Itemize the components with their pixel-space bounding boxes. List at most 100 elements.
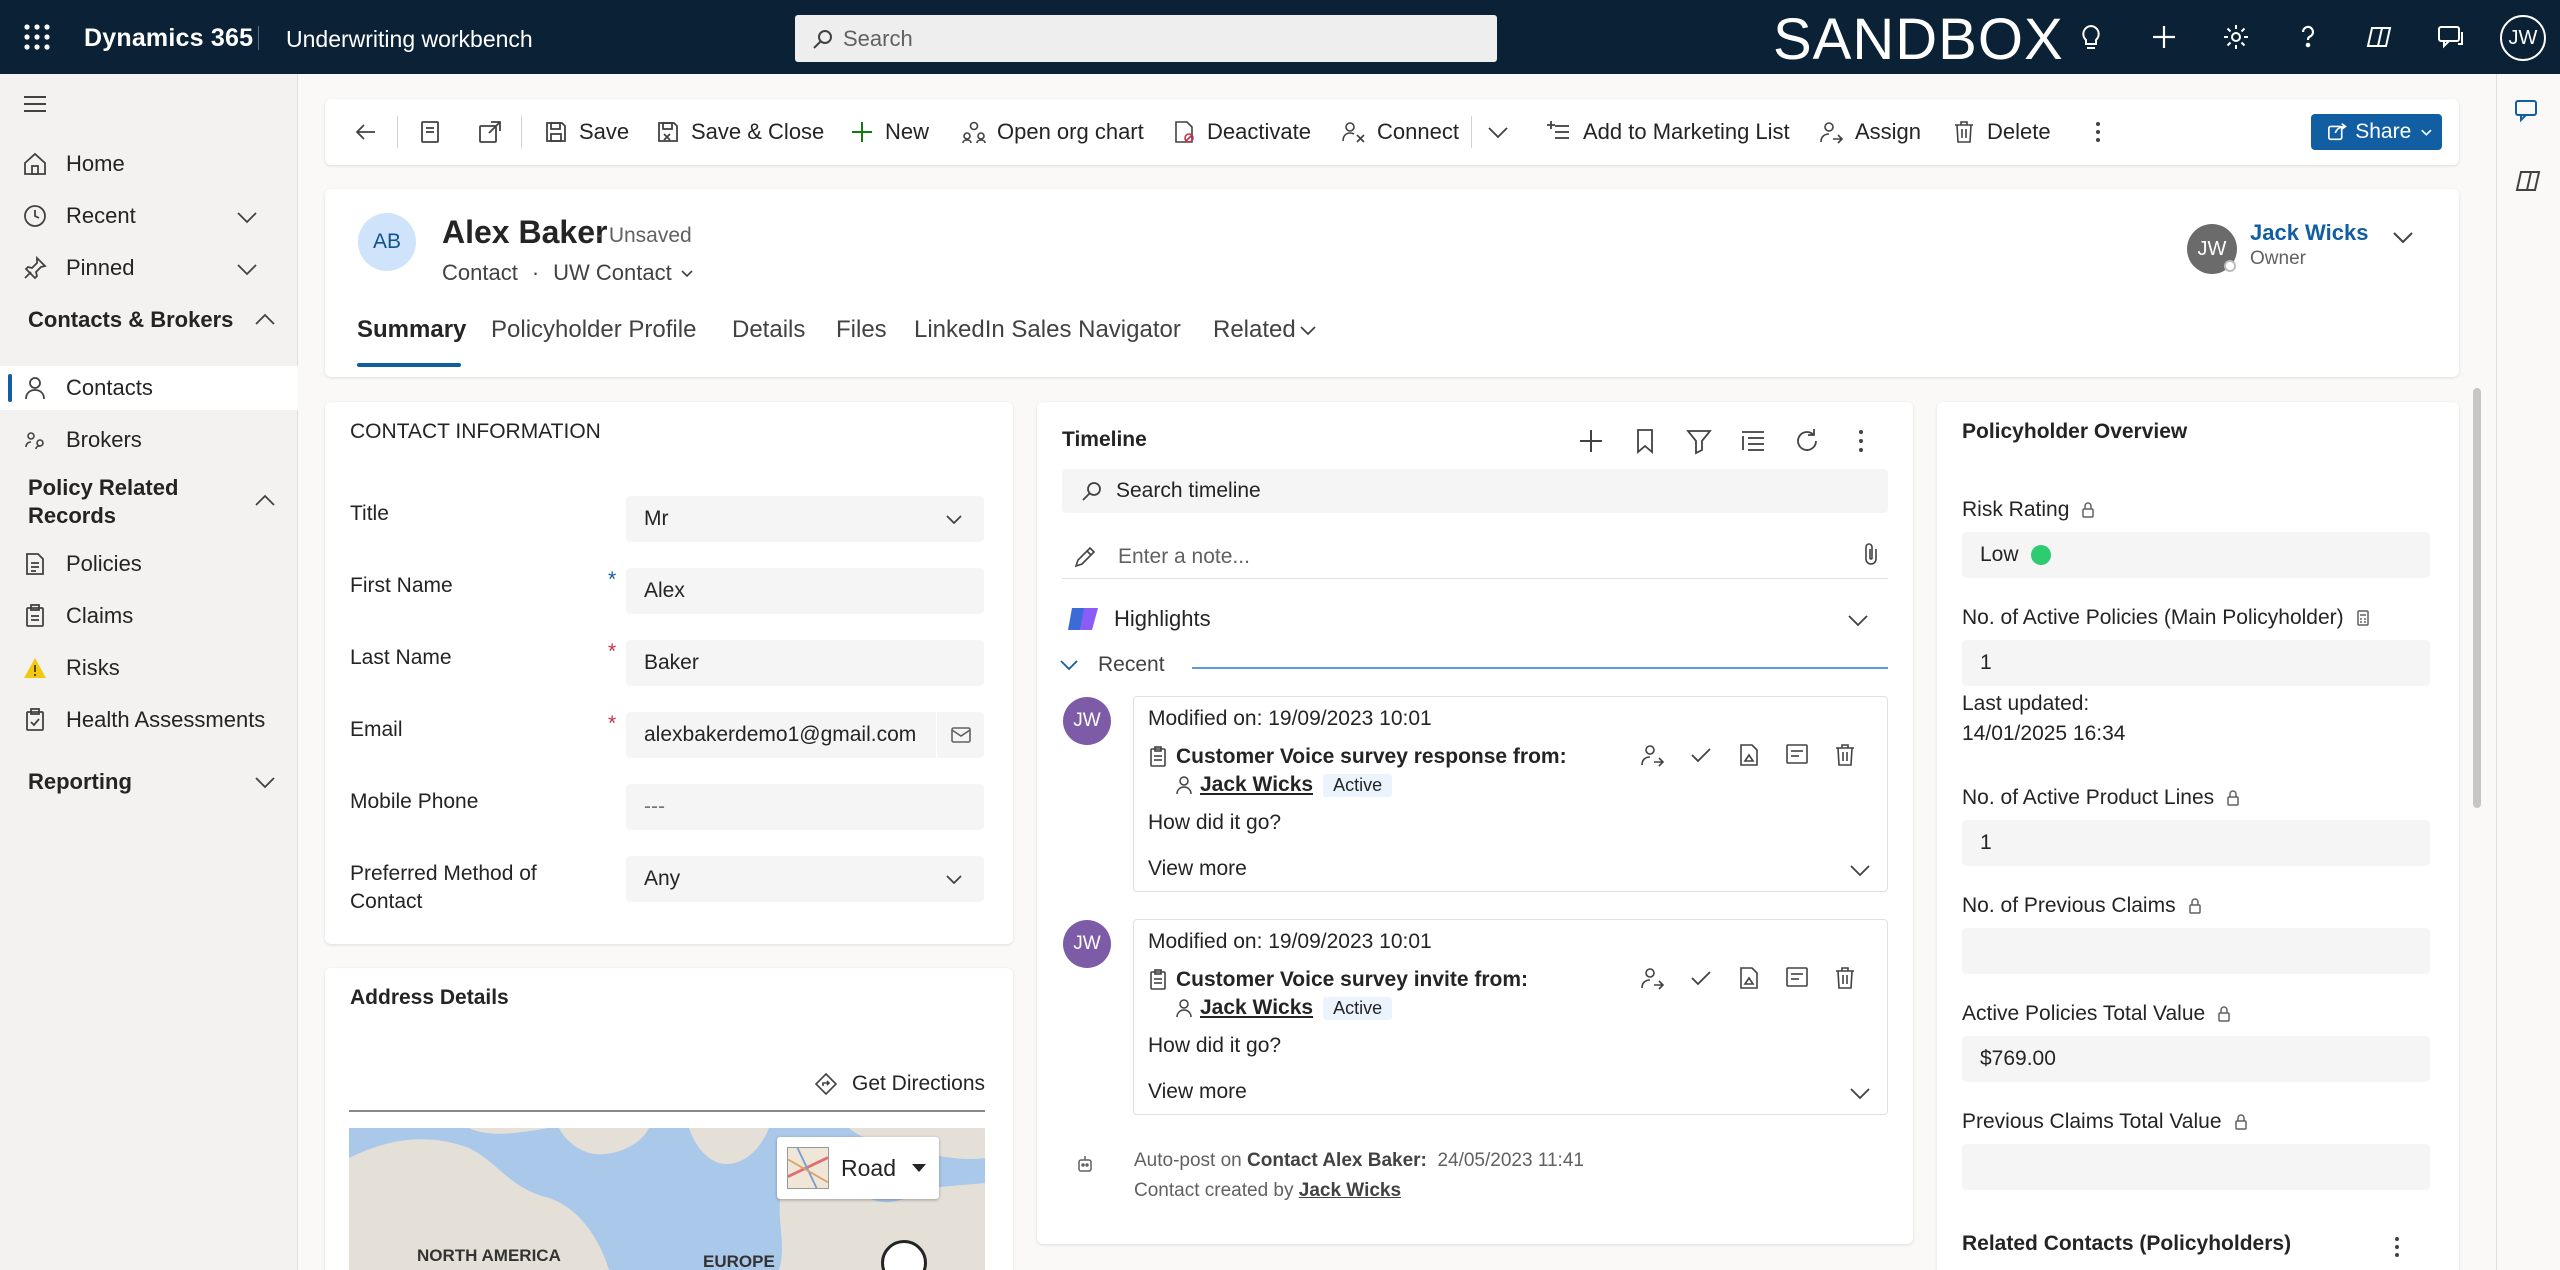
nav-group-contacts-brokers[interactable]: Contacts & Brokers	[0, 298, 298, 342]
paperclip-icon[interactable]	[1858, 541, 1884, 567]
note-icon[interactable]	[1783, 964, 1811, 992]
preferred-contact-select[interactable]: Any	[626, 856, 984, 902]
map-style-dropdown[interactable]: Road	[777, 1137, 939, 1199]
mobile-phone-field[interactable]: ---	[626, 784, 984, 830]
sidebar-item-recent[interactable]: Recent	[0, 194, 298, 238]
help-icon[interactable]	[2293, 22, 2323, 52]
plus-icon[interactable]	[1576, 426, 1606, 456]
highlights-row[interactable]: Highlights	[1066, 602, 1211, 636]
sidebar-item-contacts[interactable]: Contacts	[0, 366, 298, 410]
auto-post-user-link[interactable]: Jack Wicks	[1299, 1180, 1401, 1201]
chevron-down-icon[interactable]	[2388, 222, 2418, 252]
save-close-button[interactable]: Save & Close	[655, 99, 824, 165]
title-select[interactable]: Mr	[626, 496, 984, 542]
share-button[interactable]: Share	[2311, 114, 2442, 150]
divider	[1471, 116, 1472, 148]
chat-icon[interactable]	[2436, 22, 2466, 52]
sidebar-item-claims[interactable]: Claims	[0, 594, 298, 638]
more-connect-dropdown[interactable]	[1485, 99, 1521, 165]
tab-summary[interactable]: Summary	[357, 316, 466, 344]
post-author-link[interactable]: Jack Wicks	[1200, 773, 1313, 797]
chevron-down-icon[interactable]	[1844, 606, 1872, 634]
deactivate-button[interactable]: Deactivate	[1171, 99, 1311, 165]
get-directions-button[interactable]: Get Directions	[814, 1072, 985, 1096]
assign-icon[interactable]	[1639, 964, 1667, 992]
email-field[interactable]: alexbakerdemo1@gmail.com	[626, 712, 984, 758]
copilot-icon[interactable]	[2364, 22, 2394, 52]
note-icon[interactable]	[1783, 741, 1811, 769]
refresh-icon[interactable]	[1792, 426, 1822, 456]
more-vertical-icon[interactable]	[1846, 426, 1876, 456]
person-icon	[1174, 775, 1194, 795]
delete-button[interactable]: Delete	[1951, 99, 2051, 165]
chevron-down-icon[interactable]	[1296, 318, 1320, 342]
global-search-input[interactable]: Search	[795, 15, 1497, 62]
close-activity-icon[interactable]	[1735, 964, 1763, 992]
note-input[interactable]: Enter a note...	[1062, 535, 1888, 579]
add-to-marketing-list-button[interactable]: Add to Marketing List	[1547, 99, 1790, 165]
view-more-link[interactable]: View more	[1148, 1080, 1247, 1104]
nav-group-policy-records[interactable]: Policy Related Records	[0, 474, 240, 530]
close-activity-icon[interactable]	[1735, 741, 1763, 769]
copilot-icon[interactable]	[2513, 166, 2543, 196]
tab-policyholder-profile[interactable]: Policyholder Profile	[491, 316, 696, 344]
filter-icon[interactable]	[1684, 426, 1714, 456]
timeline-post[interactable]: Modified on: 19/09/2023 10:01 Customer V…	[1133, 696, 1888, 892]
owner-link[interactable]: Jack Wicks	[2250, 220, 2368, 246]
sidebar-item-policies[interactable]: Policies	[0, 542, 298, 586]
chevron-down-icon[interactable]	[1847, 857, 1873, 883]
gear-icon[interactable]	[2221, 22, 2251, 52]
first-name-field[interactable]: Alex	[626, 568, 984, 614]
more-commands-button[interactable]	[2085, 99, 2121, 165]
tab-files[interactable]: Files	[836, 316, 887, 344]
new-button[interactable]: New	[849, 99, 929, 165]
save-button[interactable]: Save	[543, 99, 629, 165]
chevron-down-icon[interactable]	[234, 256, 260, 282]
recent-group-toggle[interactable]: Recent	[1058, 653, 1165, 677]
bookmark-icon[interactable]	[1630, 426, 1660, 456]
last-name-field[interactable]: Baker	[626, 640, 984, 686]
back-button[interactable]	[353, 99, 389, 165]
sidebar-item-health-assessments[interactable]: Health Assessments	[0, 698, 298, 742]
timeline-search-input[interactable]: Search timeline	[1062, 469, 1888, 513]
more-vertical-icon[interactable]	[2384, 1234, 2410, 1260]
form-view-button[interactable]	[417, 99, 453, 165]
open-org-chart-button[interactable]: Open org chart	[961, 99, 1144, 165]
chevron-down-icon[interactable]	[252, 769, 278, 795]
nav-group-reporting[interactable]: Reporting	[0, 760, 298, 804]
hamburger-menu[interactable]	[0, 84, 298, 124]
app-launcher-icon[interactable]	[22, 22, 52, 52]
form-selector[interactable]: UW Contact	[553, 260, 696, 286]
timeline-post[interactable]: Modified on: 19/09/2023 10:01 Customer V…	[1133, 919, 1888, 1115]
sidebar-item-pinned[interactable]: Pinned	[0, 246, 298, 290]
view-more-link[interactable]: View more	[1148, 857, 1247, 881]
checkmark-icon[interactable]	[1687, 964, 1715, 992]
chat-icon[interactable]	[2513, 96, 2543, 126]
open-new-window-button[interactable]	[477, 99, 513, 165]
lightbulb-icon[interactable]	[2076, 22, 2106, 52]
assign-icon[interactable]	[1639, 741, 1667, 769]
chevron-up-icon[interactable]	[252, 488, 278, 514]
chevron-down-icon[interactable]	[1847, 1080, 1873, 1106]
send-email-button[interactable]	[936, 712, 984, 758]
plus-icon[interactable]	[2149, 22, 2179, 52]
connect-button[interactable]: Connect	[1341, 99, 1459, 165]
sidebar-item-risks[interactable]: Risks	[0, 646, 298, 690]
sidebar-item-brokers[interactable]: Brokers	[0, 418, 298, 462]
trash-icon[interactable]	[1831, 741, 1859, 769]
tab-linkedin-sales-navigator[interactable]: LinkedIn Sales Navigator	[914, 316, 1181, 344]
chevron-up-icon[interactable]	[252, 307, 278, 333]
brand-name[interactable]: Dynamics 365	[84, 24, 253, 53]
assign-button[interactable]: Assign	[1819, 99, 1921, 165]
tab-related[interactable]: Related	[1213, 316, 1296, 344]
tab-details[interactable]: Details	[732, 316, 805, 344]
trash-icon[interactable]	[1831, 964, 1859, 992]
page-scrollbar[interactable]	[2473, 388, 2481, 808]
user-avatar[interactable]: JW	[2500, 15, 2546, 61]
checkmark-icon[interactable]	[1687, 741, 1715, 769]
post-author-link[interactable]: Jack Wicks	[1200, 996, 1313, 1020]
chevron-down-icon[interactable]	[234, 204, 260, 230]
sidebar-item-home[interactable]: Home	[0, 142, 298, 186]
app-name[interactable]: Underwriting workbench	[286, 26, 533, 53]
sort-list-icon[interactable]	[1738, 426, 1768, 456]
